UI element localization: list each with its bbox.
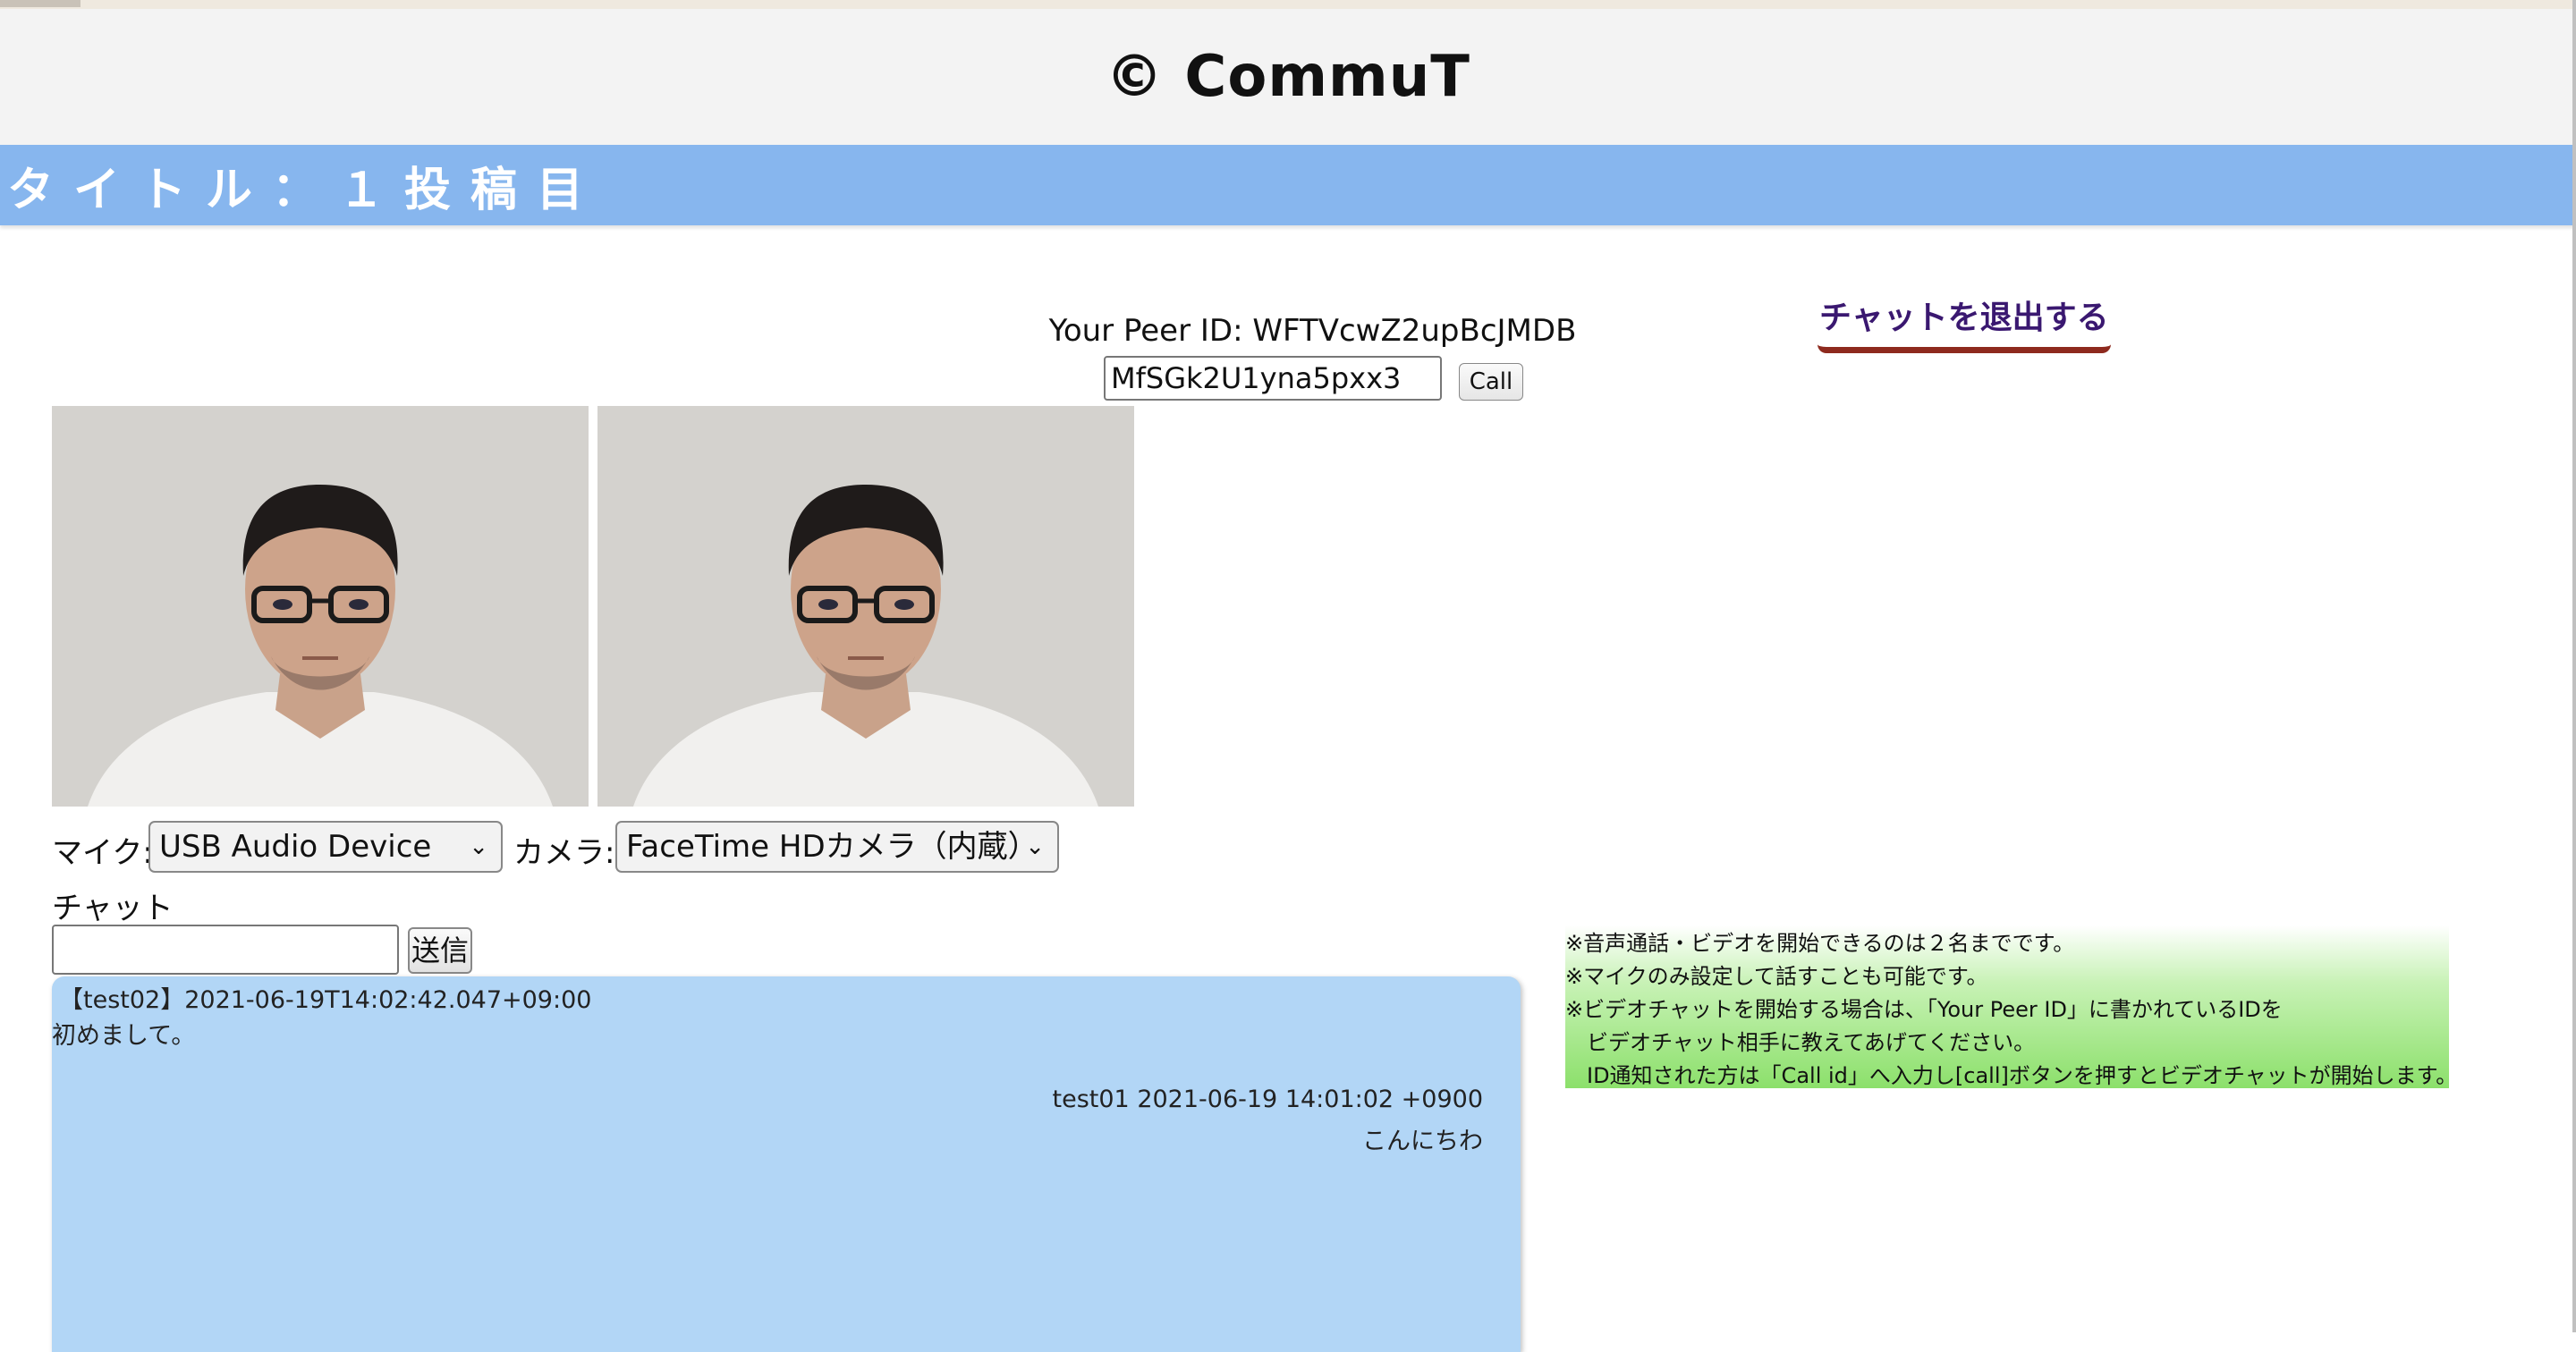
remote-video — [597, 406, 1134, 807]
message-header: test01 2021-06-19 14:01:02 +0900 — [1052, 1086, 1483, 1113]
camera-select-value: FaceTime HDカメラ（内蔵） — [626, 829, 1038, 865]
notice-line: ※音声通話・ビデオを開始できるのは２名までです。 — [1565, 931, 2075, 956]
send-button[interactable]: 送信 — [408, 927, 472, 974]
notice-line: ※ビデオチャットを開始する場合は、「Your Peer ID」に書かれているID… — [1565, 997, 2283, 1022]
message-body: 初めまして。 — [52, 1022, 196, 1050]
person-webcam-image — [52, 406, 589, 807]
camera-select[interactable]: FaceTime HDカメラ（内蔵） ⌄ — [615, 821, 1059, 873]
message-header: 【test02】2021-06-19T14:02:42.047+09:00 — [59, 986, 592, 1014]
local-video — [52, 406, 589, 807]
chevron-down-icon: ⌄ — [1025, 833, 1045, 860]
site-header: © CommuT — [0, 9, 2576, 146]
exit-chat-link[interactable]: チャットを退出する — [1818, 292, 2111, 353]
call-id-input[interactable] — [1104, 356, 1442, 401]
chevron-down-icon: ⌄ — [469, 833, 488, 860]
camera-label: カメラ: — [513, 835, 615, 871]
chat-message-input[interactable] — [52, 925, 399, 975]
notice-line: ID通知された方は「Call id」へ入力し[call]ボタンを押すとビデオチャ… — [1587, 1063, 2458, 1088]
notice-line: ビデオチャット相手に教えてあげてください。 — [1587, 1030, 2036, 1055]
mic-select-value: USB Audio Device — [159, 829, 432, 865]
mic-select[interactable]: USB Audio Device ⌄ — [148, 821, 503, 873]
mic-label: マイク: — [52, 835, 153, 871]
chat-log: 【test02】2021-06-19T14:02:42.047+09:00 初め… — [52, 976, 1521, 1352]
notice-line: ※マイクのみ設定して話すことも可能です。 — [1565, 964, 1988, 989]
person-webcam-image — [597, 406, 1134, 807]
window-right-edge — [2572, 0, 2576, 1332]
message-body: こんにちわ — [1362, 1128, 1483, 1155]
call-button[interactable]: Call — [1459, 363, 1523, 401]
post-title-bar: タイトル：１投稿目 — [0, 145, 2576, 225]
site-logo: © CommuT — [1106, 44, 1470, 110]
your-peer-id: Your Peer ID: WFTVcwZ2upBcJMDB — [1048, 313, 1577, 349]
usage-notice: ※音声通話・ビデオを開始できるのは２名までです。 ※マイクのみ設定して話すことも… — [1565, 925, 2457, 1088]
post-title: タイトル：１投稿目 — [7, 163, 604, 217]
browser-tab-edge — [0, 0, 80, 7]
browser-top-strip — [0, 0, 2576, 9]
chat-heading: チャット — [52, 891, 174, 926]
